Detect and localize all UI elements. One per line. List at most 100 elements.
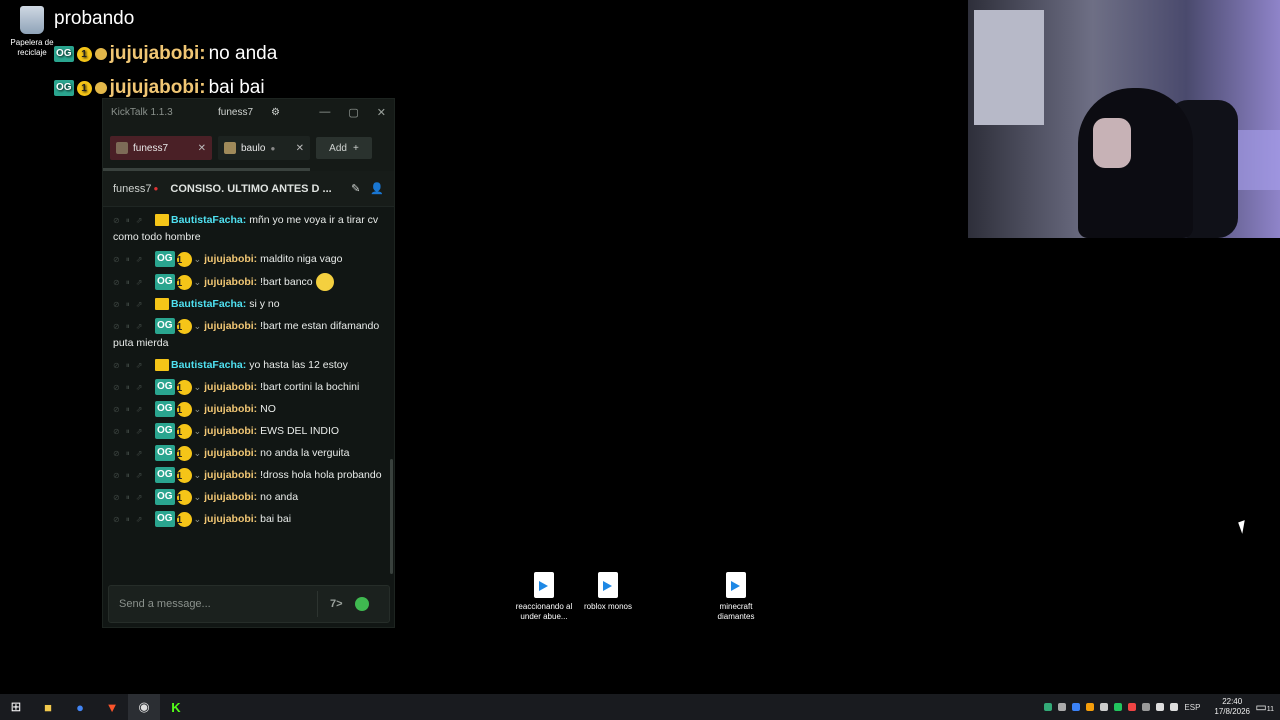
tab-baulo[interactable]: baulo ● ✕ [218, 136, 310, 160]
tray-app-icon[interactable] [1086, 703, 1095, 711]
message-actions[interactable]: ⊘⏸⇗ [113, 212, 155, 229]
message-actions[interactable]: ⊘⏸⇗ [113, 401, 155, 418]
message-text: yo hasta las 12 estoy [249, 359, 348, 371]
message-actions[interactable]: ⊘⏸⇗ [113, 251, 155, 268]
message-username[interactable]: BautistaFacha: [171, 359, 246, 371]
chat-message[interactable]: ⊘⏸⇗ OG 1 ⌄ jujujabobi: !bart cortini la boch… [113, 379, 388, 396]
chat-message[interactable]: ⊘⏸⇗ OG 1 ⌄ jujujabobi: no anda [113, 489, 388, 506]
chevron-badge-icon: ⌄ [193, 514, 202, 524]
chevron-badge-icon: ⌄ [193, 492, 202, 502]
pin-icon[interactable]: ✎ [351, 182, 360, 195]
add-tab-button[interactable]: Add + [316, 137, 372, 159]
tray-app-icon[interactable] [1142, 703, 1151, 711]
windows-start-icon[interactable]: ⊞ [0, 694, 32, 720]
obs-icon[interactable]: ◉ [128, 694, 160, 720]
desktop-file-icon[interactable]: reaccionando al under abue... [512, 572, 576, 622]
message-text: !bart banco [260, 275, 313, 288]
close-tab-icon[interactable]: ✕ [296, 143, 304, 154]
message-actions[interactable]: ⊘⏸⇗ [113, 274, 155, 291]
message-username[interactable]: jujujabobi: [204, 425, 257, 437]
chrome-icon[interactable]: ● [64, 694, 96, 720]
wifi-icon[interactable] [1156, 703, 1165, 711]
sub-badge: 1 [76, 46, 92, 62]
close-button[interactable]: ✕ [377, 106, 386, 119]
chat-message[interactable]: ⊘⏸⇗ OG 1 ⌄ jujujabobi: !bart me estan difama… [113, 318, 388, 352]
add-label: Add [329, 142, 347, 154]
message-username[interactable]: jujujabobi: [204, 320, 257, 332]
message-actions[interactable]: ⊘⏸⇗ [113, 318, 155, 335]
chat-scrollbar[interactable] [390, 459, 393, 574]
og-badge: OG [155, 445, 175, 462]
message-username[interactable]: jujujabobi: [204, 447, 257, 459]
notification-center-icon[interactable]: ▭11 [1255, 700, 1274, 714]
overlay-text: no anda [208, 43, 278, 64]
coin-icon [94, 48, 107, 60]
crown-badge-icon [155, 298, 169, 311]
tray-app-icon[interactable] [1114, 703, 1123, 711]
desktop-file-icon[interactable]: minecraft diamantes [704, 572, 768, 622]
file-explorer-icon[interactable]: ■ [32, 694, 64, 720]
chat-message[interactable]: ⊘⏸⇗ OG 1 ⌄ jujujabobi: EWS DEL INDIO [113, 423, 388, 440]
message-username[interactable]: jujujabobi: [204, 469, 257, 481]
clock[interactable]: 22:40 17/8/2026 [1214, 697, 1250, 717]
user-icon[interactable]: 👤 [370, 182, 384, 195]
language-indicator[interactable]: ESP [1184, 703, 1200, 712]
brave-icon[interactable]: ▼ [96, 694, 128, 720]
message-username[interactable]: BautistaFacha: [171, 214, 246, 226]
tray-app-icon[interactable] [1100, 703, 1109, 711]
message-username[interactable]: jujujabobi: [204, 513, 257, 525]
desktop-file-icon[interactable]: roblox monos [576, 572, 640, 612]
channel-name[interactable]: funess7 [113, 183, 152, 195]
message-actions[interactable]: ⊘⏸⇗ [113, 423, 155, 440]
message-actions[interactable]: ⊘⏸⇗ [113, 379, 155, 396]
chat-messages[interactable]: ⊘⏸⇗ BautistaFacha: mñn yo me voya ir a ti… [103, 209, 394, 579]
current-user[interactable]: funess7 [218, 107, 253, 118]
gear-icon[interactable]: ⚙ [271, 107, 280, 118]
message-actions[interactable]: ⊘⏸⇗ [113, 467, 155, 484]
chat-message[interactable]: ⊘⏸⇗ BautistaFacha: si y no [113, 296, 388, 313]
chevron-badge-icon: ⌄ [193, 470, 202, 480]
tab-scrollbar[interactable] [103, 168, 310, 171]
sub-badge: 1 [176, 379, 192, 395]
tab-funess7[interactable]: funess7 ✕ [110, 136, 212, 160]
volume-icon[interactable] [1170, 703, 1179, 711]
message-actions[interactable]: ⊘⏸⇗ [113, 445, 155, 462]
notification-count: 11 [1266, 706, 1274, 713]
message-username[interactable]: jujujabobi: [204, 403, 257, 415]
maximize-button[interactable]: ▢ [348, 106, 358, 119]
seventv-emote-icon[interactable]: 7> [330, 598, 343, 610]
chat-message[interactable]: ⊘⏸⇗ BautistaFacha: yo hasta las 12 estoy [113, 357, 388, 374]
tray-app-icon[interactable] [1044, 703, 1053, 711]
chat-message[interactable]: ⊘⏸⇗ OG 1 ⌄ jujujabobi: !dross hola hola prob… [113, 467, 388, 484]
close-tab-icon[interactable]: ✕ [198, 143, 206, 154]
kick-icon[interactable]: K [160, 694, 192, 720]
minimize-button[interactable]: — [319, 106, 330, 119]
message-username[interactable]: jujujabobi: [204, 276, 257, 288]
tray-app-icon[interactable] [1058, 703, 1067, 711]
message-input[interactable] [119, 598, 309, 610]
chat-message[interactable]: ⊘⏸⇗ OG 1 ⌄ jujujabobi: NO [113, 401, 388, 418]
message-actions[interactable]: ⊘⏸⇗ [113, 296, 155, 313]
chat-message[interactable]: ⊘⏸⇗ OG 1 ⌄ jujujabobi: bai bai [113, 511, 388, 528]
title-bar[interactable]: KickTalk 1.1.3 funess7 ⚙ — ▢ ✕ [103, 99, 394, 125]
og-badge: OG [155, 423, 175, 440]
chat-message[interactable]: ⊘⏸⇗ BautistaFacha: mñn yo me voya ir a ti… [113, 212, 388, 246]
message-actions[interactable]: ⊘⏸⇗ [113, 489, 155, 506]
tray-app-icon[interactable] [1072, 703, 1081, 711]
chat-message[interactable]: ⊘⏸⇗ OG 1 ⌄ jujujabobi: !bart banco [113, 273, 388, 291]
message-username[interactable]: jujujabobi: [204, 253, 257, 265]
message-actions[interactable]: ⊘⏸⇗ [113, 511, 155, 528]
message-actions[interactable]: ⊘⏸⇗ [113, 357, 155, 374]
message-username[interactable]: jujujabobi: [204, 381, 257, 393]
kick-emote-icon[interactable] [354, 597, 369, 611]
tray-app-icon[interactable] [1128, 703, 1137, 711]
plus-icon: + [352, 142, 359, 154]
message-username[interactable]: jujujabobi: [204, 491, 257, 503]
chevron-badge-icon: ⌄ [193, 254, 202, 264]
message-username[interactable]: BautistaFacha: [171, 298, 246, 310]
overlay-user: jujujabobi: [109, 77, 206, 98]
chat-message[interactable]: ⊘⏸⇗ OG 1 ⌄ jujujabobi: no anda la verguita [113, 445, 388, 462]
sub-badge: 1 [176, 274, 192, 290]
avatar [116, 142, 128, 154]
chat-message[interactable]: ⊘⏸⇗ OG 1 ⌄ jujujabobi: maldito niga vago [113, 251, 388, 268]
